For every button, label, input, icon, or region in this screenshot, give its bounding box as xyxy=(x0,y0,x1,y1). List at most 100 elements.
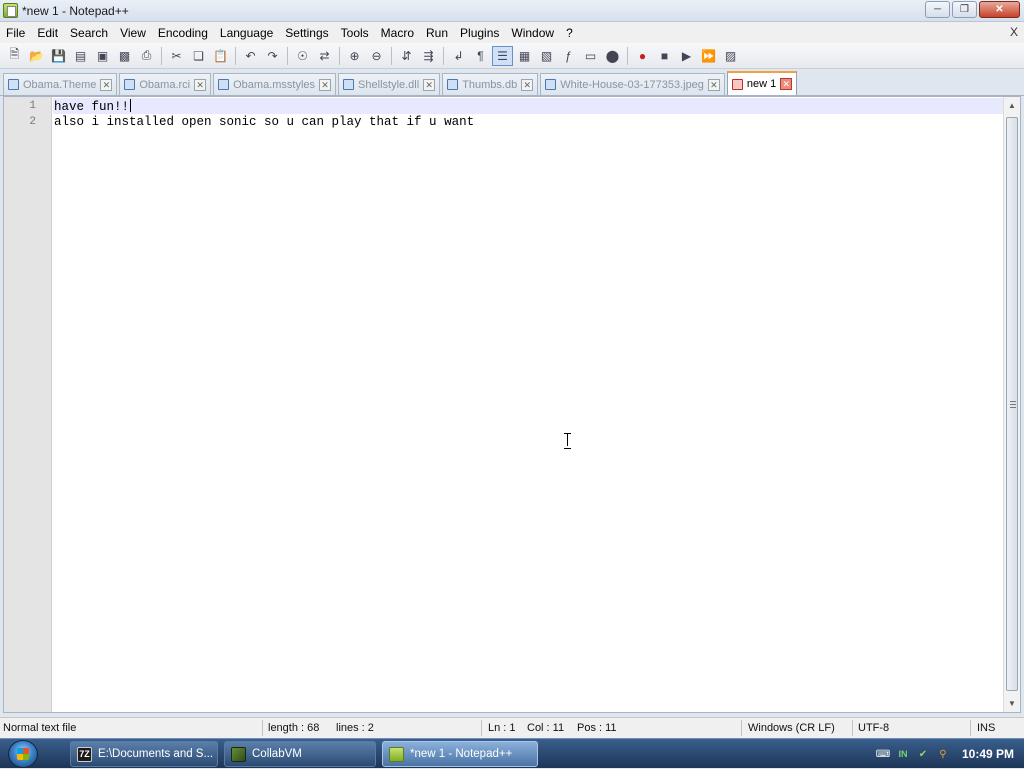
tab-new-1[interactable]: new 1 ✕ xyxy=(726,71,798,95)
monitoring-icon: ⬤ xyxy=(605,48,620,63)
sync-horizontal-button[interactable]: ⇶ xyxy=(418,46,439,66)
menu-macro[interactable]: Macro xyxy=(375,26,420,40)
tab-close-icon[interactable]: ✕ xyxy=(319,78,332,91)
menu-run[interactable]: Run xyxy=(420,26,454,40)
run-macro-multiple-button[interactable]: ⏩ xyxy=(698,46,719,66)
record-macro-button[interactable]: ● xyxy=(632,46,653,66)
save-macro-button[interactable]: ▨ xyxy=(720,46,741,66)
open-file-button[interactable]: 📂 xyxy=(26,46,47,66)
stop-icon: ■ xyxy=(660,48,669,63)
minimize-button[interactable]: ─ xyxy=(925,1,950,18)
taskbar-item-label: E:\Documents and S... xyxy=(98,748,214,760)
line-number: 1 xyxy=(29,100,36,112)
start-button[interactable] xyxy=(8,740,38,768)
undo-button[interactable]: ↶ xyxy=(240,46,261,66)
folder-workspace-button[interactable]: ▭ xyxy=(580,46,601,66)
document-tab-bar: Obama.Theme ✕ Obama.rci ✕ Obama.msstyles… xyxy=(0,69,1024,96)
sync-vertical-button[interactable]: ⇵ xyxy=(396,46,417,66)
word-wrap-icon: ↲ xyxy=(453,48,464,63)
code-line[interactable]: have fun!! xyxy=(54,99,132,114)
save-button[interactable]: 💾 xyxy=(48,46,69,66)
status-column: Col : 11 xyxy=(527,722,565,734)
taskbar-clock[interactable]: 10:49 PM xyxy=(962,747,1014,761)
close-file-button[interactable]: ▣ xyxy=(92,46,113,66)
menu-language[interactable]: Language xyxy=(214,26,279,40)
tab-obama-rci[interactable]: Obama.rci ✕ xyxy=(119,73,212,95)
zoom-out-button[interactable]: ⊖ xyxy=(366,46,387,66)
ibeam-cursor-icon xyxy=(563,433,572,449)
status-eol-format[interactable]: Windows (CR LF) xyxy=(748,722,835,734)
tab-close-icon[interactable]: ✕ xyxy=(423,78,436,91)
text-area[interactable]: have fun!! also i installed open sonic s… xyxy=(53,97,1003,712)
close-document-button[interactable]: X xyxy=(1010,25,1018,39)
scrollbar-thumb[interactable] xyxy=(1006,117,1018,691)
menu-plugins[interactable]: Plugins xyxy=(454,26,505,40)
tab-close-icon[interactable]: ✕ xyxy=(100,78,113,91)
tab-close-icon[interactable]: ✕ xyxy=(521,78,534,91)
status-line-number: Ln : 1 xyxy=(488,722,516,734)
menu-view[interactable]: View xyxy=(114,26,152,40)
tab-close-icon[interactable]: ✕ xyxy=(707,78,720,91)
tab-obama-msstyles[interactable]: Obama.msstyles ✕ xyxy=(213,73,337,95)
doc-map-button[interactable]: ▧ xyxy=(536,46,557,66)
cut-button[interactable]: ✂ xyxy=(166,46,187,66)
maximize-button[interactable]: ❐ xyxy=(952,1,977,18)
menu-encoding[interactable]: Encoding xyxy=(152,26,214,40)
close-button[interactable]: ✕ xyxy=(979,1,1020,18)
menu-tools[interactable]: Tools xyxy=(335,26,375,40)
word-wrap-button[interactable]: ↲ xyxy=(448,46,469,66)
tab-thumbs-db[interactable]: Thumbs.db ✕ xyxy=(442,73,539,95)
status-encoding[interactable]: UTF-8 xyxy=(858,722,889,734)
menu-search[interactable]: Search xyxy=(64,26,114,40)
new-file-button[interactable]: 🗎 xyxy=(4,46,25,66)
code-line[interactable]: also i installed open sonic so u can pla… xyxy=(54,115,474,129)
language-button[interactable]: ▦ xyxy=(514,46,535,66)
menu-help[interactable]: ? xyxy=(560,26,579,40)
menu-window[interactable]: Window xyxy=(505,26,560,40)
keyboard-icon[interactable]: ⌨ xyxy=(876,747,890,761)
play-macro-button[interactable]: ▶ xyxy=(676,46,697,66)
zoom-in-icon: ⊕ xyxy=(349,48,360,63)
taskbar-item-notepadpp[interactable]: *new 1 - Notepad++ xyxy=(382,741,538,767)
network-icon[interactable]: ✔ xyxy=(916,747,930,761)
menu-settings[interactable]: Settings xyxy=(279,26,334,40)
language-indicator[interactable]: IN xyxy=(896,747,910,761)
zoom-in-button[interactable]: ⊕ xyxy=(344,46,365,66)
editor-pane[interactable]: 1 2 have fun!! also i installed open son… xyxy=(3,96,1021,713)
paste-button[interactable]: 📋 xyxy=(210,46,231,66)
redo-button[interactable]: ↷ xyxy=(262,46,283,66)
replace-button[interactable]: ⇄ xyxy=(314,46,335,66)
taskbar-item-collabvm[interactable]: CollabVM xyxy=(224,741,376,767)
indent-guide-button[interactable]: ☰ xyxy=(492,45,513,66)
menu-edit[interactable]: Edit xyxy=(31,26,64,40)
close-all-button[interactable]: ▩ xyxy=(114,46,135,66)
notepadpp-app-icon[interactable] xyxy=(3,3,18,18)
tab-close-icon[interactable]: ✕ xyxy=(780,78,793,90)
tab-white-house-jpeg[interactable]: White-House-03-177353.jpeg ✕ xyxy=(540,73,725,95)
stop-macro-button[interactable]: ■ xyxy=(654,46,675,66)
show-all-chars-button[interactable]: ¶ xyxy=(470,46,491,66)
tab-obama-theme[interactable]: Obama.Theme ✕ xyxy=(3,73,118,95)
print-button[interactable]: ⎙ xyxy=(136,46,157,66)
function-list-button[interactable]: ƒ xyxy=(558,46,579,66)
find-button[interactable]: ☉ xyxy=(292,46,313,66)
title-bar[interactable]: *new 1 - Notepad++ ─ ❐ ✕ xyxy=(0,0,1024,22)
search-icon[interactable]: ⚲ xyxy=(936,747,950,761)
taskbar-item-7zip[interactable]: 7Z E:\Documents and S... xyxy=(70,741,218,767)
status-separator xyxy=(970,720,971,736)
copy-button[interactable]: ❏ xyxy=(188,46,209,66)
status-insert-mode[interactable]: INS xyxy=(977,722,995,734)
window-title: *new 1 - Notepad++ xyxy=(22,4,129,18)
vertical-scrollbar[interactable]: ▲ ▼ xyxy=(1003,97,1020,712)
close-icon: ✕ xyxy=(995,4,1004,15)
status-separator xyxy=(481,720,482,736)
save-all-button[interactable]: ▤ xyxy=(70,46,91,66)
tab-shellstyle-dll[interactable]: Shellstyle.dll ✕ xyxy=(338,73,441,95)
toolbar-separator xyxy=(161,46,162,65)
monitoring-button[interactable]: ⬤ xyxy=(602,46,623,66)
scroll-up-button[interactable]: ▲ xyxy=(1004,97,1020,114)
saved-document-icon xyxy=(218,79,230,90)
tab-close-icon[interactable]: ✕ xyxy=(194,78,207,91)
scroll-down-button[interactable]: ▼ xyxy=(1004,695,1020,712)
menu-file[interactable]: File xyxy=(0,26,31,40)
